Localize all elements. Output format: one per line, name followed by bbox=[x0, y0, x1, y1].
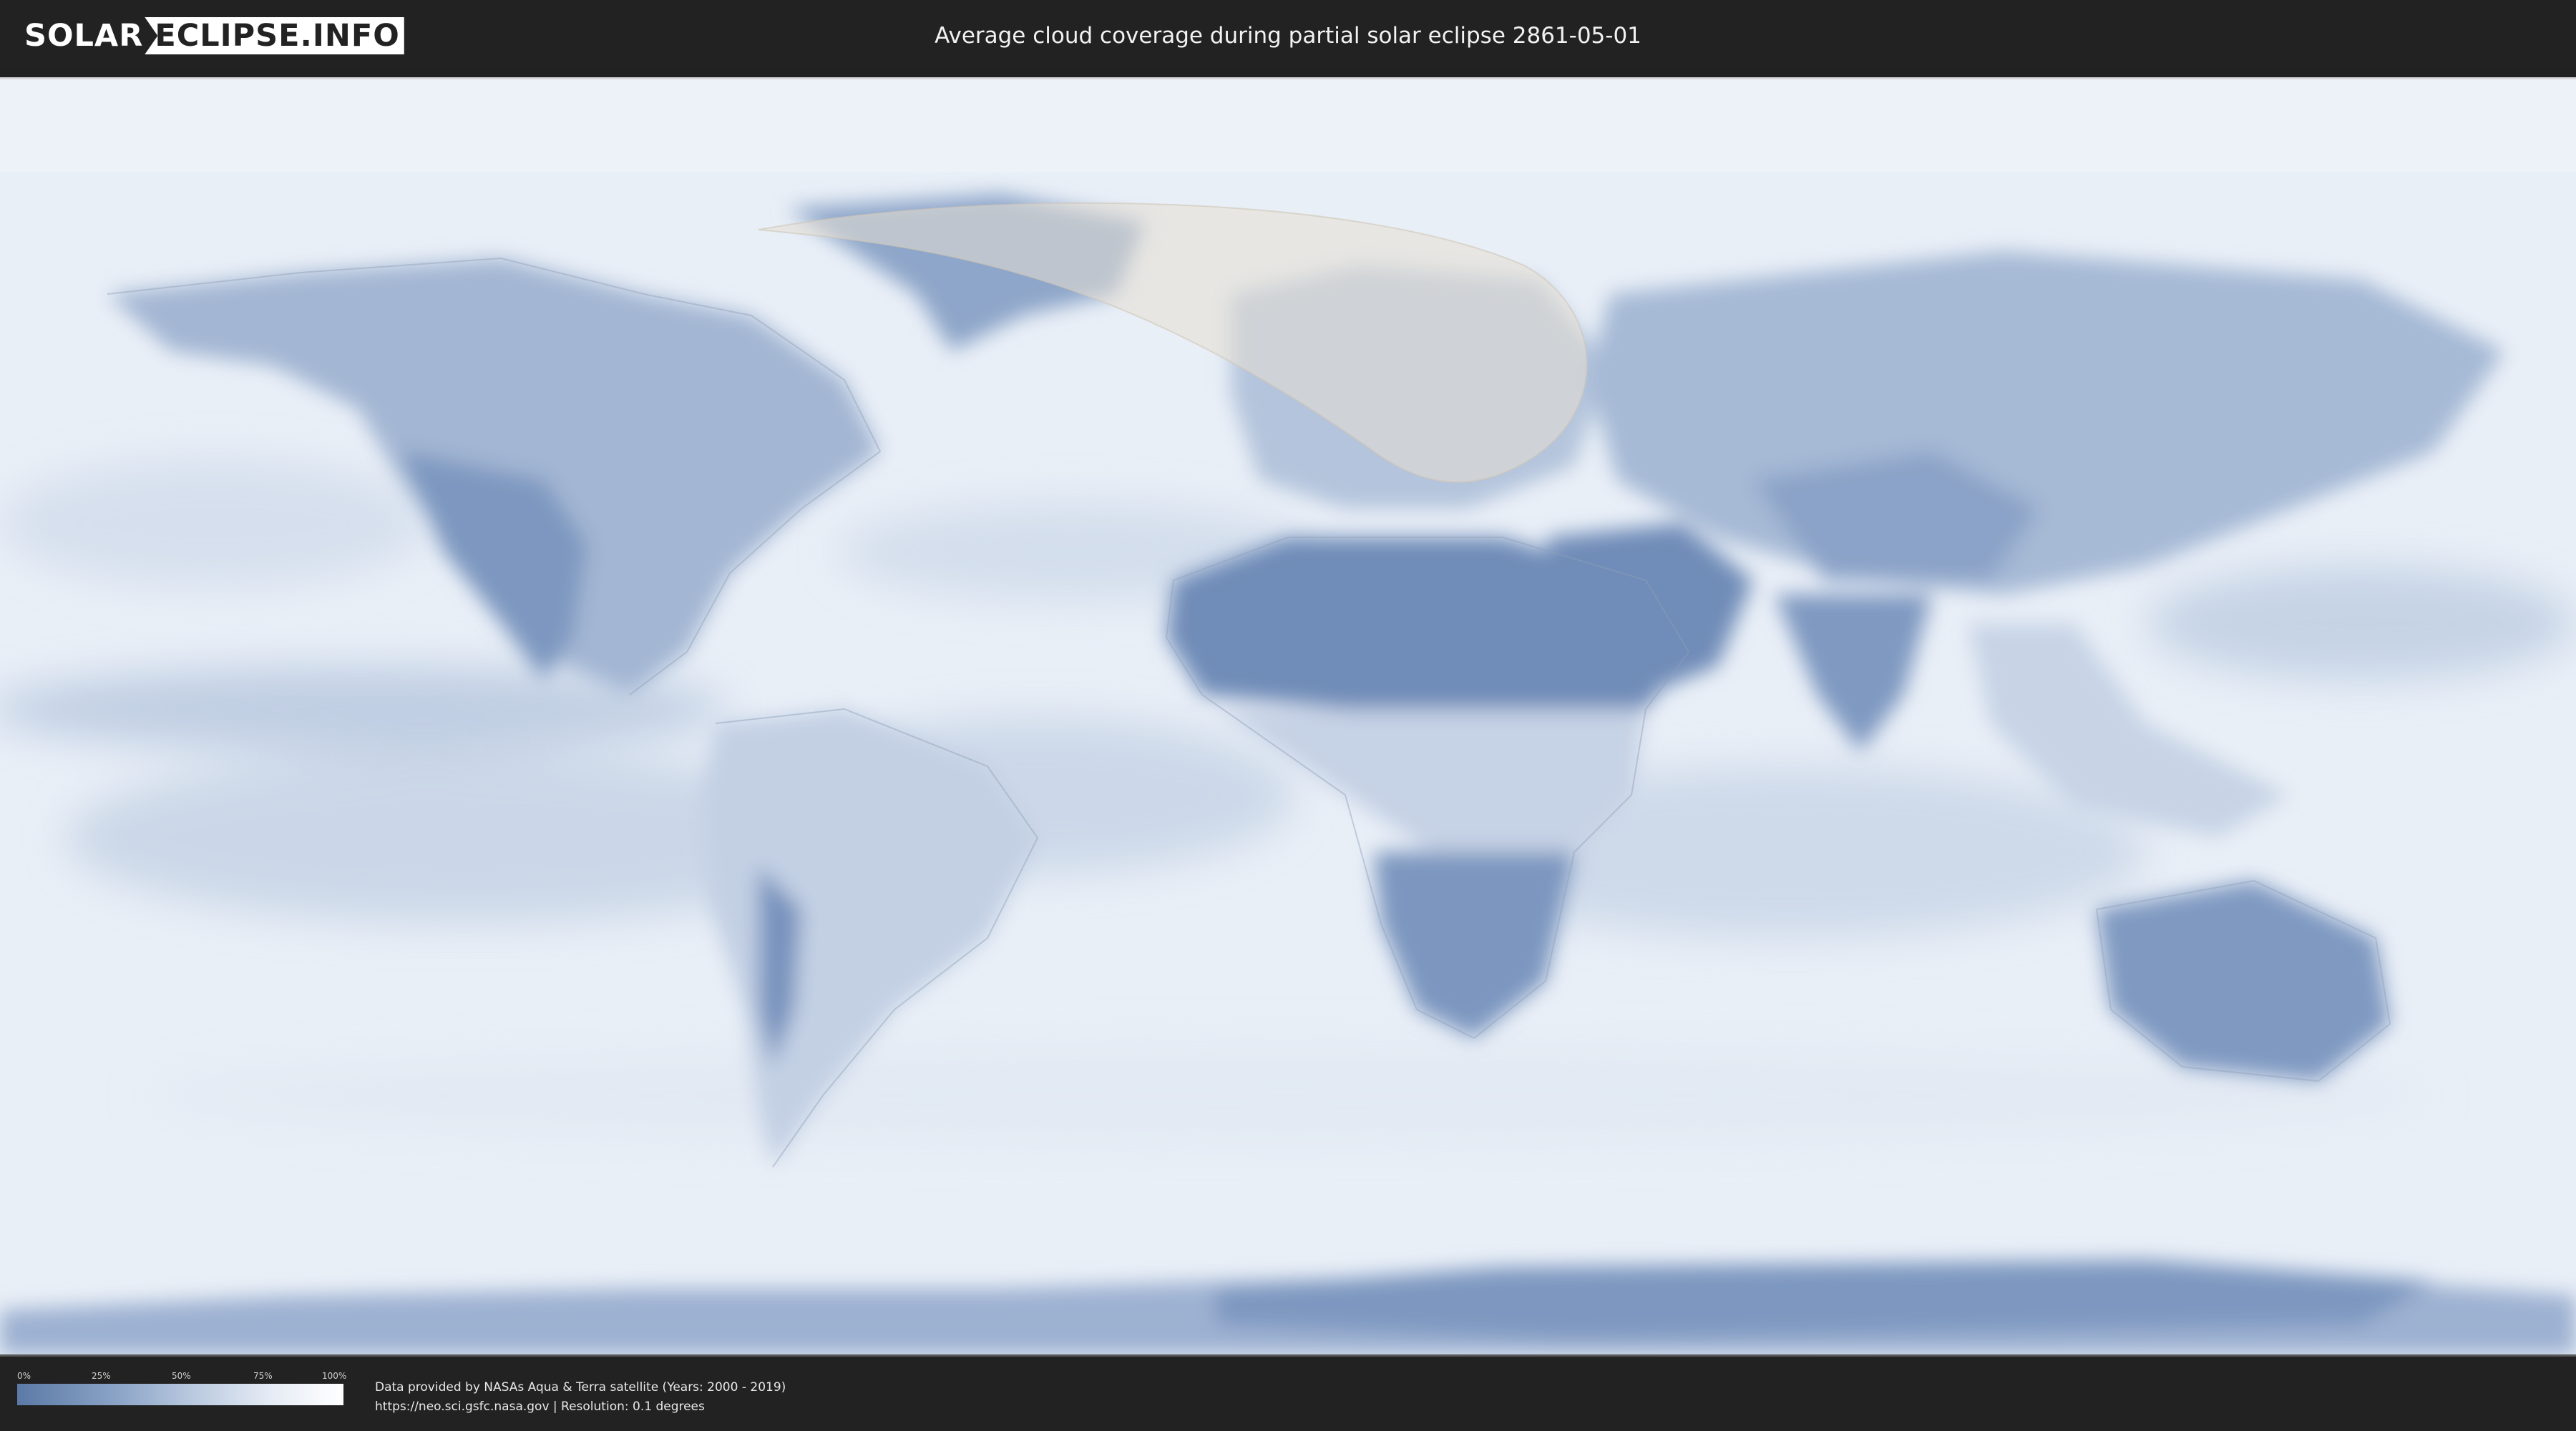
legend-tick-100: 100% bbox=[322, 1371, 347, 1381]
credit-url-line[interactable]: https://neo.sci.gsfc.nasa.gov | Resoluti… bbox=[375, 1397, 786, 1417]
logo-solar-text: SOLAR bbox=[24, 18, 144, 54]
page: SOLAR ECLIPSE.INFO Average cloud coverag… bbox=[0, 0, 2576, 1431]
legend-tick-row: 0% 25% 50% 75% 100% bbox=[17, 1371, 347, 1384]
footer-bar: 0% 25% 50% 75% 100% Data provided by NAS… bbox=[0, 1357, 2576, 1431]
site-logo[interactable]: SOLAR ECLIPSE.INFO bbox=[24, 17, 404, 54]
page-title: Average cloud coverage during partial so… bbox=[935, 23, 1641, 49]
legend-tick-50: 50% bbox=[172, 1371, 191, 1381]
arctic-haze bbox=[0, 79, 2576, 172]
credit-source-line: Data provided by NASAs Aqua & Terra sate… bbox=[375, 1380, 786, 1395]
data-credit: Data provided by NASAs Aqua & Terra sate… bbox=[375, 1378, 786, 1417]
logo-eclipse-info-text: ECLIPSE.INFO bbox=[145, 17, 404, 54]
cloud-coverage-legend: 0% 25% 50% 75% 100% bbox=[17, 1371, 347, 1405]
header-bar: SOLAR ECLIPSE.INFO Average cloud coverag… bbox=[0, 0, 2576, 70]
legend-tick-75: 75% bbox=[253, 1371, 273, 1381]
legend-color-bar bbox=[17, 1384, 343, 1405]
cloud-coverage-map bbox=[0, 77, 2576, 1357]
legend-tick-25: 25% bbox=[92, 1371, 111, 1381]
world-map-graphic bbox=[0, 79, 2576, 1354]
legend-tick-0: 0% bbox=[17, 1371, 31, 1381]
